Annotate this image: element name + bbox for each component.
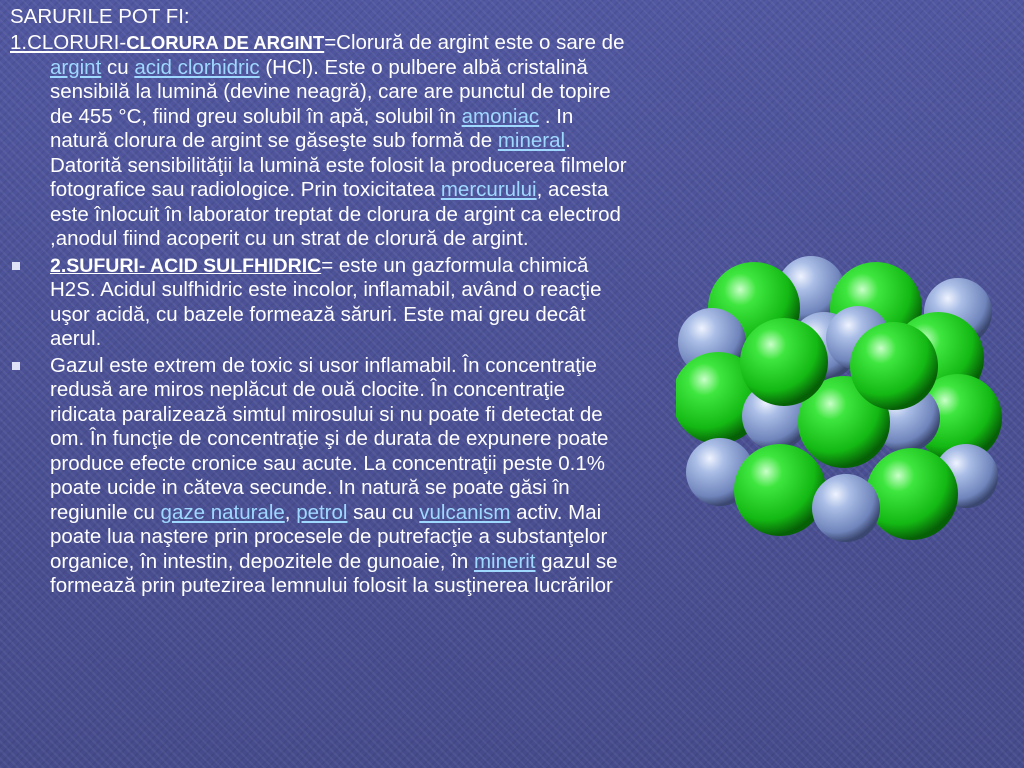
link-minerit[interactable]: minerit <box>474 550 536 573</box>
silver-chloride-heading: 1.CLORURI-CLORURA DE ARGINT <box>10 31 324 54</box>
paragraph-text: =Clorură de argint este o sare de <box>324 31 625 54</box>
chlorides-prefix: 1.CLORURI- <box>10 31 127 54</box>
paragraph-text: cu <box>101 55 135 79</box>
link-argint[interactable]: argint <box>50 56 101 79</box>
bullet-list: 2.SUFURI- ACID SULFHIDRIC= este un gazfo… <box>10 254 632 599</box>
link-petrol[interactable]: petrol <box>296 501 347 524</box>
paragraph-text: , <box>284 500 297 524</box>
silver-chloride-bold: CLORURA DE ARGINT <box>126 32 325 53</box>
link-gaze-naturale[interactable]: gaze naturale <box>161 501 285 524</box>
paragraph-text: Gazul este extrem de toxic si usor infla… <box>50 353 609 524</box>
paragraph-silver-chloride: 1.CLORURI-CLORURA DE ARGINT=Clorură de a… <box>10 31 632 252</box>
slide-title: SARURILE POT FI: <box>10 5 190 28</box>
chlorine-sphere <box>866 448 958 540</box>
sulfides-heading: 2.SUFURI- ACID SULFHIDRIC <box>50 254 322 277</box>
crystal-lattice-model <box>676 256 1002 542</box>
link-mineral[interactable]: mineral <box>498 129 565 152</box>
list-item-sulfides: 2.SUFURI- ACID SULFHIDRIC= este un gazfo… <box>10 254 632 352</box>
paragraph-text: sau cu <box>347 500 420 524</box>
link-acid-clorhidric[interactable]: acid clorhidric <box>134 56 259 79</box>
chlorine-sphere <box>740 318 828 406</box>
square-bullet-icon <box>12 261 20 270</box>
chlorine-sphere <box>850 322 938 410</box>
square-bullet-icon <box>12 361 20 370</box>
slide-text-column: SARURILE POT FI: 1.CLORURI-CLORURA DE AR… <box>10 4 632 599</box>
link-mercurului[interactable]: mercurului <box>441 178 537 201</box>
chlorine-sphere <box>734 444 826 536</box>
list-item-toxicity: Gazul este extrem de toxic si usor infla… <box>10 354 632 599</box>
silver-sphere <box>812 474 880 542</box>
link-amoniac[interactable]: amoniac <box>462 105 540 128</box>
link-vulcanism[interactable]: vulcanism <box>419 501 510 524</box>
